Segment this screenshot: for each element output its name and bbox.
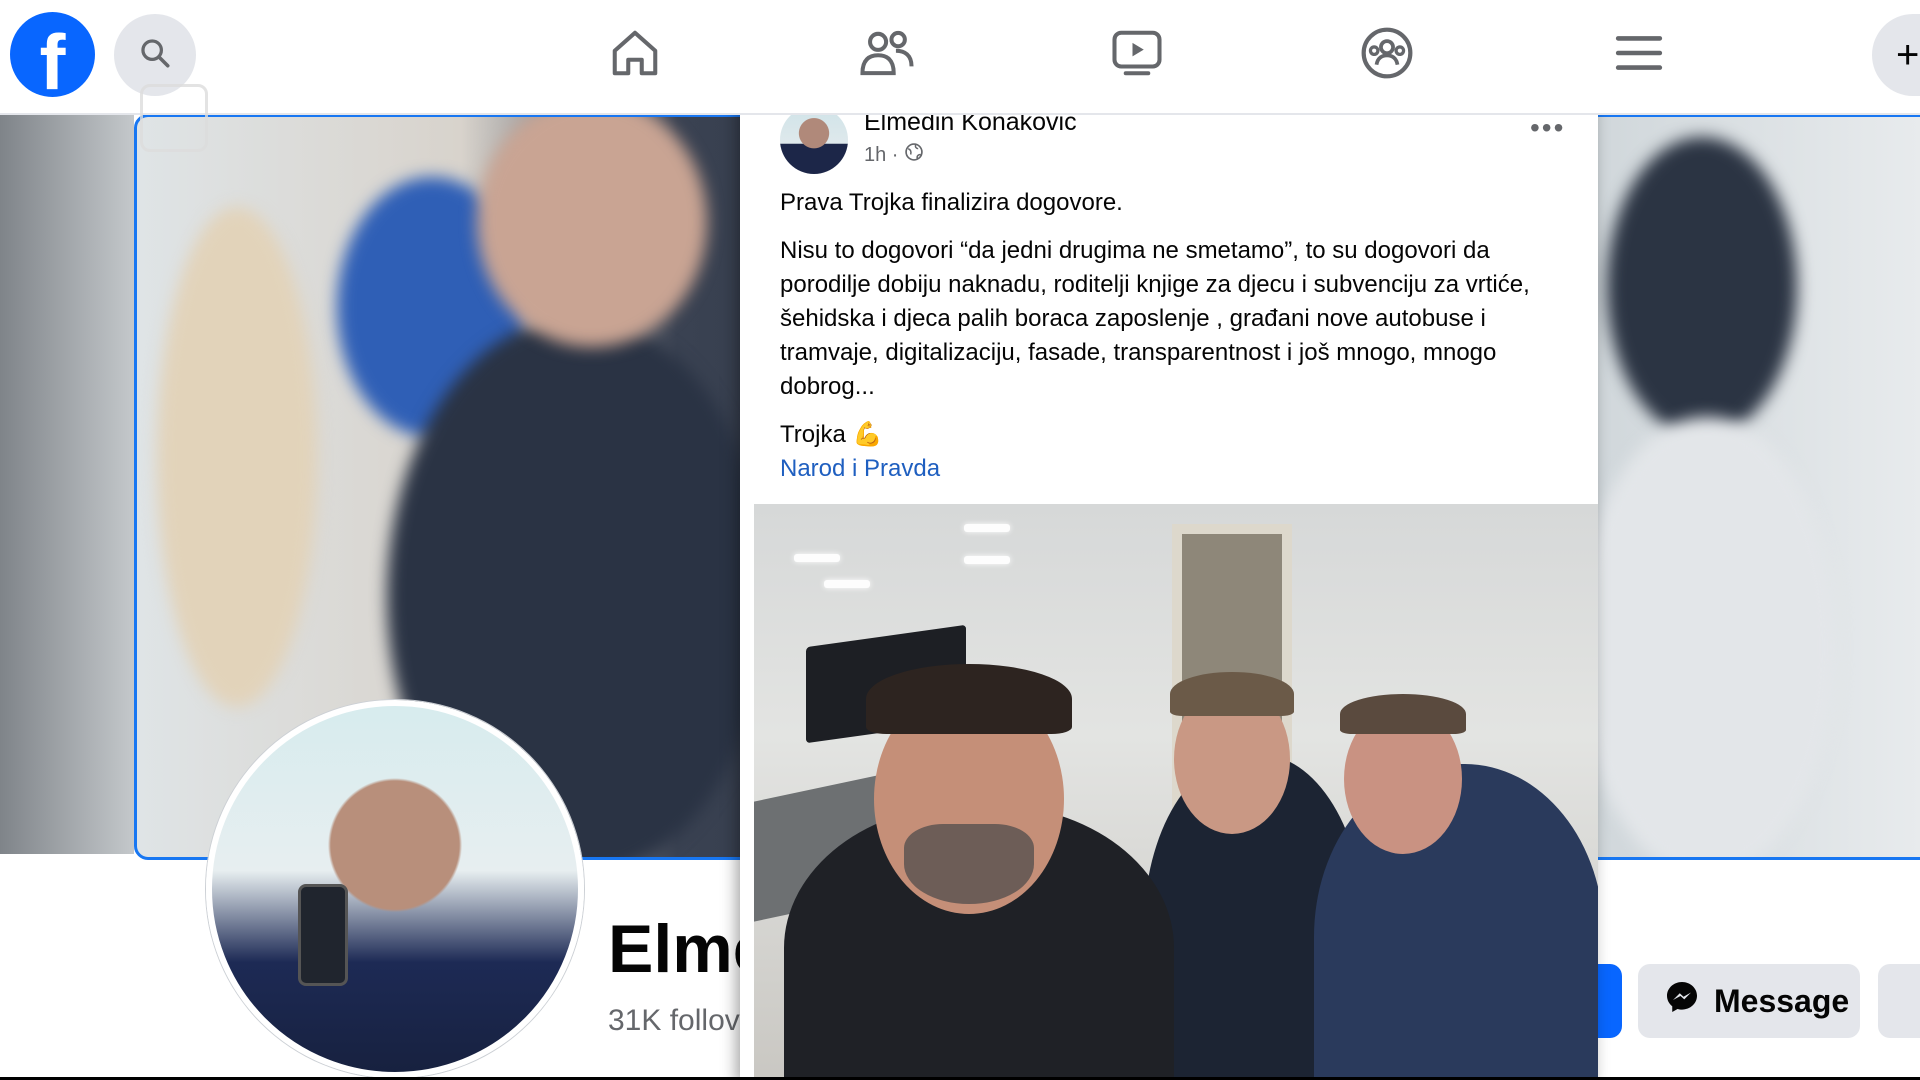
messenger-icon [1664, 979, 1700, 1023]
menu-icon [1614, 31, 1664, 80]
screen: f + Elme 31K follov Message Elmedin Kona… [0, 0, 1920, 1077]
search-icon [138, 36, 172, 75]
video-icon [1109, 26, 1165, 85]
message-button[interactable]: Message [1638, 964, 1860, 1038]
post-photo[interactable] [754, 504, 1598, 1077]
page-side-shade [0, 114, 134, 854]
menu-tab[interactable] [1604, 20, 1674, 90]
more-profile-actions-button[interactable] [1878, 964, 1920, 1038]
post-author-avatar[interactable] [780, 106, 848, 174]
profile-followers[interactable]: 31K follov [608, 1004, 740, 1038]
home-tab[interactable] [600, 20, 670, 90]
plus-icon: + [1896, 33, 1920, 77]
post-text-trojka: Trojka 💪 [780, 421, 883, 448]
friends-tab[interactable] [852, 20, 922, 90]
post-text-headline: Prava Trojka finalizira dogovore. [780, 189, 1123, 216]
groups-tab[interactable] [1352, 20, 1422, 90]
post-meta: 1h · [864, 142, 924, 168]
top-navigation-bar: f + [0, 0, 1920, 115]
video-tab[interactable] [1102, 20, 1172, 90]
profile-picture[interactable] [206, 700, 584, 1077]
post-card: Elmedin Konakovic 1h · ••• Prava Trojka … [740, 94, 1598, 1077]
message-button-label: Message [1714, 982, 1850, 1019]
tv-watermark-logo [140, 84, 208, 152]
post-time[interactable]: 1h · [864, 144, 898, 167]
globe-icon [904, 142, 924, 168]
post-options-button[interactable]: ••• [1530, 112, 1565, 144]
groups-icon [1359, 25, 1415, 86]
phone-in-hand [298, 884, 348, 986]
post-text-body: Nisu to dogovori “da jedni drugima ne sm… [780, 237, 1530, 400]
home-icon [608, 26, 662, 85]
friends-icon [858, 26, 916, 85]
post-hashtag-link[interactable]: Narod i Pravda [780, 452, 1580, 486]
facebook-logo[interactable]: f [10, 12, 95, 97]
create-button[interactable]: + [1872, 14, 1920, 96]
